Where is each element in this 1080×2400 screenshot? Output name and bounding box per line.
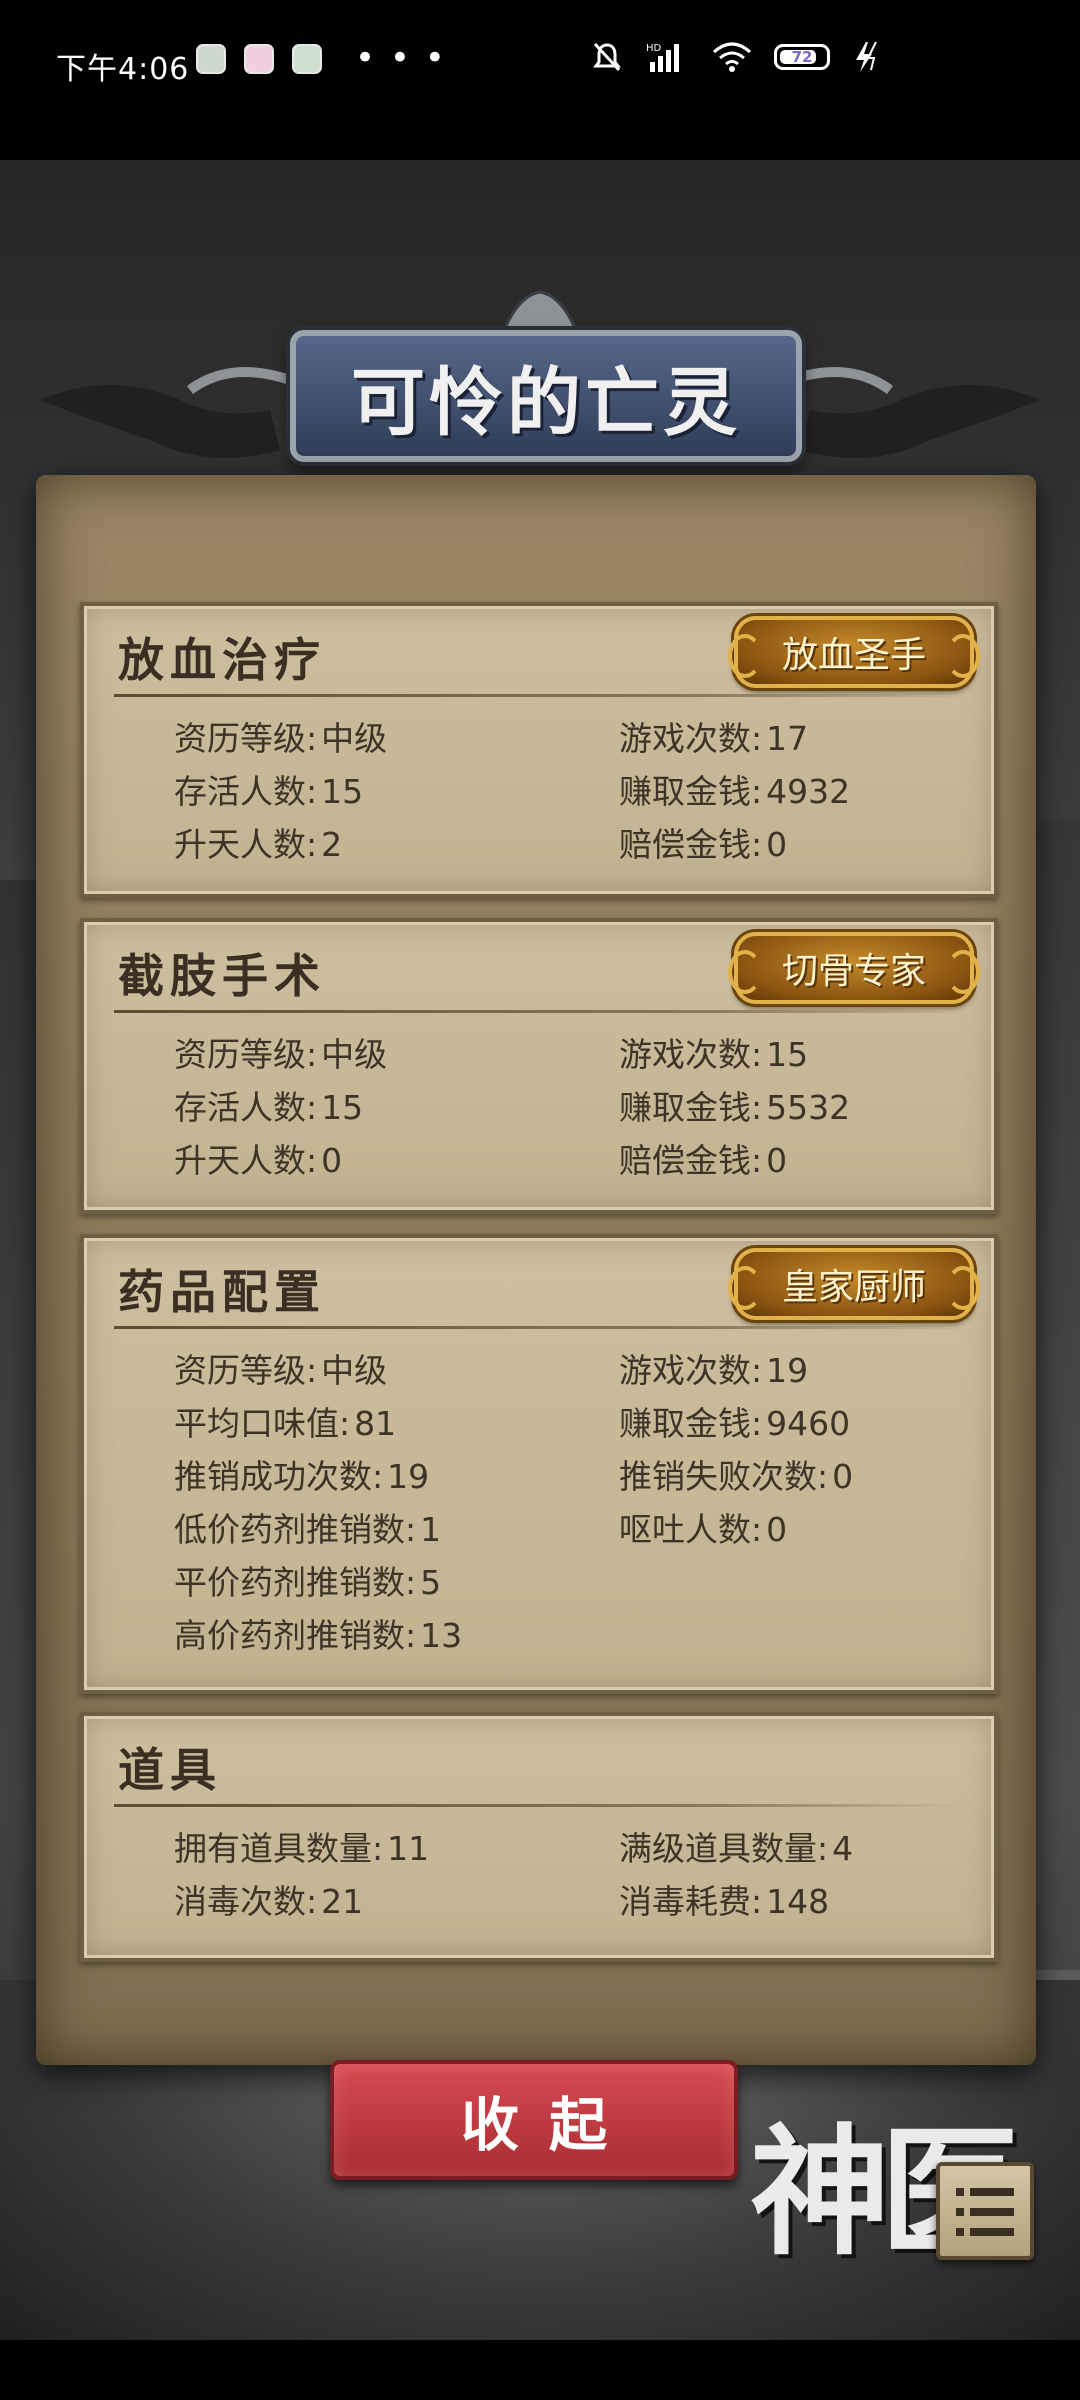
items-panel: 道具 拥有道具数量: 11 满级道具数量: 4 消毒次数: 21 消毒耗费: 148 <box>80 1712 998 1962</box>
panel-title: 道具 <box>118 1743 222 1797</box>
stat-item: 游戏次数: 17 <box>619 719 809 758</box>
mute-icon <box>593 42 621 72</box>
badge-label: 放血圣手 <box>781 635 926 676</box>
stat-item: 游戏次数: 19 <box>619 1351 809 1390</box>
title-banner: 可怜的亡灵 <box>40 290 1040 470</box>
collapse-button[interactable]: 收起 <box>330 2060 738 2180</box>
stats-grid: 资历等级: 中级 游戏次数: 17 存活人数: 15 赚取金钱: 4932 升天人数: 2… <box>174 718 974 865</box>
notification-icons <box>196 44 322 74</box>
stats-grid: 拥有道具数量: 11 满级道具数量: 4 消毒次数: 21 消毒耗费: 148 <box>174 1828 974 1922</box>
title-plaque: 可怜的亡灵 <box>290 330 802 462</box>
achievement-badge: 皇家厨师 <box>728 1248 980 1320</box>
badge-label: 皇家厨师 <box>781 1267 926 1308</box>
app-notification-icon <box>292 44 322 74</box>
divider <box>114 1010 964 1013</box>
page-title: 可怜的亡灵 <box>351 359 741 446</box>
menu-button[interactable] <box>936 2162 1034 2260</box>
stat-item: 平均口味值: 81 <box>174 1404 397 1443</box>
stat-item: 资历等级: 中级 <box>174 1035 388 1074</box>
more-notifications-icon: • • • <box>355 38 447 78</box>
collapse-button-label: 收起 <box>460 2091 637 2159</box>
stat-item: 消毒耗费: 148 <box>619 1882 830 1921</box>
charging-icon <box>856 41 877 72</box>
stat-item: 游戏次数: 15 <box>619 1035 809 1074</box>
stat-item: 呕吐人数: 0 <box>619 1510 788 1549</box>
hd-signal-icon: HD <box>646 43 679 72</box>
list-icon <box>956 2188 1014 2236</box>
stat-item: 升天人数: 2 <box>174 825 343 864</box>
stat-item: 高价药剂推销数: 13 <box>174 1616 463 1655</box>
stat-item: 赔偿金钱: 0 <box>619 1141 788 1180</box>
stat-item: 推销成功次数: 19 <box>174 1457 430 1496</box>
stat-item: 赚取金钱: 4932 <box>619 772 851 811</box>
stat-empty <box>619 1615 974 1656</box>
stat-item: 平价药剂推销数: 5 <box>174 1563 442 1602</box>
badge-label: 切骨专家 <box>781 951 926 992</box>
svg-text:HD: HD <box>646 43 662 54</box>
stat-item: 拥有道具数量: 11 <box>174 1829 430 1868</box>
divider <box>114 1804 964 1807</box>
stats-grid: 资历等级: 中级 游戏次数: 15 存活人数: 15 赚取金钱: 5532 升天人数: 0… <box>174 1034 974 1181</box>
navigation-bar <box>0 2340 1080 2400</box>
stat-item: 存活人数: 15 <box>174 772 364 811</box>
battery-icon: 72 <box>774 44 830 70</box>
stat-item: 赚取金钱: 5532 <box>619 1088 851 1127</box>
stat-item: 升天人数: 0 <box>174 1141 343 1180</box>
panel-title: 截肢手术 <box>118 949 326 1003</box>
panel-title: 放血治疗 <box>118 633 326 687</box>
amputation-panel: 截肢手术 切骨专家 资历等级: 中级 游戏次数: 15 存活人数: 15 赚取金钱: 5… <box>80 918 998 1214</box>
stat-empty <box>619 1562 974 1603</box>
stat-item: 赚取金钱: 9460 <box>619 1404 851 1443</box>
achievement-badge: 切骨专家 <box>728 932 980 1004</box>
wifi-icon <box>713 42 751 72</box>
stat-item: 赔偿金钱: 0 <box>619 825 788 864</box>
divider <box>114 1326 964 1329</box>
app-notification-icon <box>244 44 274 74</box>
medicine-panel: 药品配置 皇家厨师 资历等级: 中级 游戏次数: 19 平均口味值: 81 赚取金钱:… <box>80 1234 998 1694</box>
stat-item: 消毒次数: 21 <box>174 1882 364 1921</box>
stat-item: 满级道具数量: 4 <box>619 1829 854 1868</box>
achievement-badge: 放血圣手 <box>728 616 980 688</box>
bloodletting-panel: 放血治疗 放血圣手 资历等级: 中级 游戏次数: 17 存活人数: 15 赚取金钱: 4… <box>80 602 998 898</box>
status-time: 下午4:06 <box>56 52 190 87</box>
crest-icon <box>502 290 578 330</box>
app-notification-icon <box>196 44 226 74</box>
stat-item: 低价药剂推销数: 1 <box>174 1510 442 1549</box>
system-icons: HD 72 <box>590 40 882 74</box>
stat-item: 资历等级: 中级 <box>174 1351 388 1390</box>
battery-level: 72 <box>791 48 813 66</box>
panel-title: 药品配置 <box>118 1265 326 1319</box>
stat-item: 存活人数: 15 <box>174 1088 364 1127</box>
stats-grid: 资历等级: 中级 游戏次数: 19 平均口味值: 81 赚取金钱: 9460 推销成功次… <box>174 1350 974 1656</box>
divider <box>114 694 964 697</box>
status-bar: 下午4:06 • • • HD 72 <box>0 0 1080 130</box>
stat-item: 推销失败次数: 0 <box>619 1457 854 1496</box>
stat-item: 资历等级: 中级 <box>174 719 388 758</box>
